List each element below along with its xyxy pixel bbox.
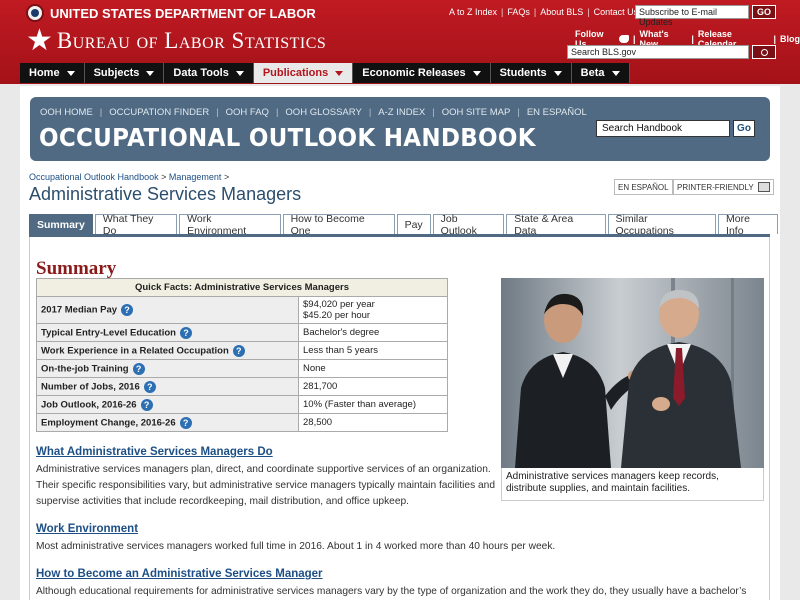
nav-students[interactable]: Students: [490, 63, 572, 83]
tab-state-area-data[interactable]: State & Area Data: [506, 213, 606, 237]
top-utility-links: A to Z Index | FAQs | About BLS | Contact U…: [449, 7, 639, 17]
page-title: Administrative Services Managers: [29, 184, 302, 204]
printer-icon: [757, 182, 770, 192]
bls-search-button[interactable]: [752, 45, 776, 59]
tab-similar-occupations[interactable]: Similar Occupations: [607, 213, 717, 237]
site-header: UNITED STATES DEPARTMENT OF LABOR A to Z…: [0, 0, 800, 84]
ooh-link-en-espanol[interactable]: EN ESPAÑOL: [527, 107, 587, 118]
bls-name: Bureau of Labor Statistics: [56, 28, 327, 53]
nav-home[interactable]: Home: [20, 63, 85, 83]
chevron-down-icon: [553, 70, 562, 76]
table-row: Number of Jobs, 2016? 281,700: [36, 377, 448, 396]
tab-pay[interactable]: Pay: [396, 214, 431, 234]
tab-more-info[interactable]: More Info: [718, 213, 778, 237]
ooh-link-occupation-finder[interactable]: OCCUPATION FINDER: [109, 107, 209, 118]
work-environment-link[interactable]: Work Environment: [36, 523, 138, 535]
handbook-search-input[interactable]: Search Handbook: [596, 120, 730, 137]
info-icon[interactable]: ?: [179, 326, 192, 339]
info-icon[interactable]: ?: [232, 344, 245, 357]
ooh-link-a-z-index[interactable]: A-Z INDEX: [378, 107, 425, 118]
table-row: Job Outlook, 2016-26? 10% (Faster than a…: [36, 395, 448, 414]
nav-subjects[interactable]: Subjects: [84, 63, 165, 83]
ooh-link-glossary[interactable]: OOH GLOSSARY: [285, 107, 361, 118]
what-they-do-text: Administrative services managers plan, d…: [36, 464, 495, 507]
bls-star-icon: ★: [26, 24, 53, 57]
handbook-search-go-button[interactable]: Go: [733, 120, 755, 137]
dol-logo-link[interactable]: UNITED STATES DEPARTMENT OF LABOR: [26, 4, 316, 22]
breadcrumb: Occupational Outlook Handbook > Manageme…: [29, 172, 230, 182]
link-faqs[interactable]: FAQs: [507, 7, 530, 17]
table-row: 2017 Median Pay? $94,020 per year $45.20 …: [36, 296, 448, 324]
quick-facts-table: Quick Facts: Administrative Services Man…: [36, 278, 448, 432]
what-they-do-link[interactable]: What Administrative Services Managers Do: [36, 446, 273, 458]
ooh-banner: OOH HOME | OCCUPATION FINDER | OOH FAQ | OO…: [30, 97, 770, 161]
nav-publications[interactable]: Publications: [253, 63, 354, 83]
ooh-link-home[interactable]: OOH HOME: [40, 107, 93, 118]
bls-logo-link[interactable]: ★ Bureau of Labor Statistics: [26, 26, 326, 56]
dol-seal-icon: [26, 4, 44, 22]
table-row: Employment Change, 2016-26? 28,500: [36, 413, 448, 432]
ooh-link-site-map[interactable]: OOH SITE MAP: [442, 107, 511, 118]
photo-caption: Administrative services managers keep re…: [501, 468, 764, 501]
how-to-become-text: Although educational requirements for ad…: [36, 586, 747, 597]
occupation-photo: [501, 278, 764, 468]
search-icon: [760, 48, 768, 56]
tab-job-outlook[interactable]: Job Outlook: [432, 213, 505, 237]
ooh-title[interactable]: OCCUPATIONAL OUTLOOK HANDBOOK: [39, 123, 536, 152]
info-icon[interactable]: ?: [179, 416, 192, 429]
link-blog[interactable]: Blog: [780, 34, 800, 44]
bls-search-input[interactable]: Search BLS.gov: [567, 45, 749, 59]
main-nav: Home Subjects Data Tools Publications Ec…: [20, 63, 630, 83]
info-icon[interactable]: ?: [121, 304, 134, 316]
chevron-down-icon: [66, 70, 75, 76]
nav-data-tools[interactable]: Data Tools: [164, 63, 254, 83]
twitter-icon[interactable]: [618, 35, 630, 43]
info-icon[interactable]: ?: [132, 362, 145, 375]
info-icon[interactable]: ?: [140, 398, 153, 411]
breadcrumb-ooh[interactable]: Occupational Outlook Handbook: [29, 172, 159, 182]
subscribe-go-button[interactable]: GO: [752, 5, 776, 19]
tab-work-environment[interactable]: Work Environment: [179, 213, 281, 237]
info-icon[interactable]: ?: [143, 380, 156, 393]
occupation-tabs: Summary What They Do Work Environment Ho…: [29, 213, 780, 237]
summary-heading: Summary: [36, 258, 117, 279]
tab-what-they-do[interactable]: What They Do: [94, 213, 178, 237]
chevron-down-icon: [611, 70, 620, 76]
ooh-links: OOH HOME | OCCUPATION FINDER | OOH FAQ | OO…: [40, 107, 587, 118]
link-about-bls[interactable]: About BLS: [540, 7, 583, 17]
table-row: On-the-job Training? None: [36, 359, 448, 378]
ooh-link-faq[interactable]: OOH FAQ: [226, 107, 269, 118]
chevron-down-icon: [235, 70, 244, 76]
tab-how-to-become-one[interactable]: How to Become One: [282, 213, 395, 237]
subscribe-email-input[interactable]: Subscribe to E-mail Updates: [635, 5, 749, 27]
how-to-become-link[interactable]: How to Become an Administrative Services…: [36, 568, 323, 580]
en-espanol-button[interactable]: EN ESPAÑOL: [614, 179, 673, 195]
printer-friendly-button[interactable]: PRINTER-FRIENDLY: [673, 179, 774, 195]
breadcrumb-management[interactable]: Management: [169, 172, 222, 182]
main-content: OOH HOME | OCCUPATION FINDER | OOH FAQ | OO…: [20, 86, 780, 600]
chevron-down-icon: [146, 70, 155, 76]
table-row: Work Experience in a Related Occupation?…: [36, 341, 448, 360]
chevron-down-icon: [472, 70, 481, 76]
dol-name: UNITED STATES DEPARTMENT OF LABOR: [50, 5, 316, 21]
quick-facts-title: Quick Facts: Administrative Services Man…: [36, 278, 448, 297]
chevron-down-icon: [335, 70, 344, 76]
two-businessmen-image: [501, 278, 764, 468]
nav-beta[interactable]: Beta: [571, 63, 630, 83]
link-contact-us[interactable]: Contact Us: [594, 7, 639, 17]
link-a-to-z-index[interactable]: A to Z Index: [449, 7, 497, 17]
tab-summary[interactable]: Summary: [29, 214, 93, 234]
work-environment-text: Most administrative services managers wo…: [36, 541, 556, 552]
table-row: Typical Entry-Level Education? Bachelor'…: [36, 323, 448, 342]
nav-economic-releases[interactable]: Economic Releases: [353, 63, 491, 83]
